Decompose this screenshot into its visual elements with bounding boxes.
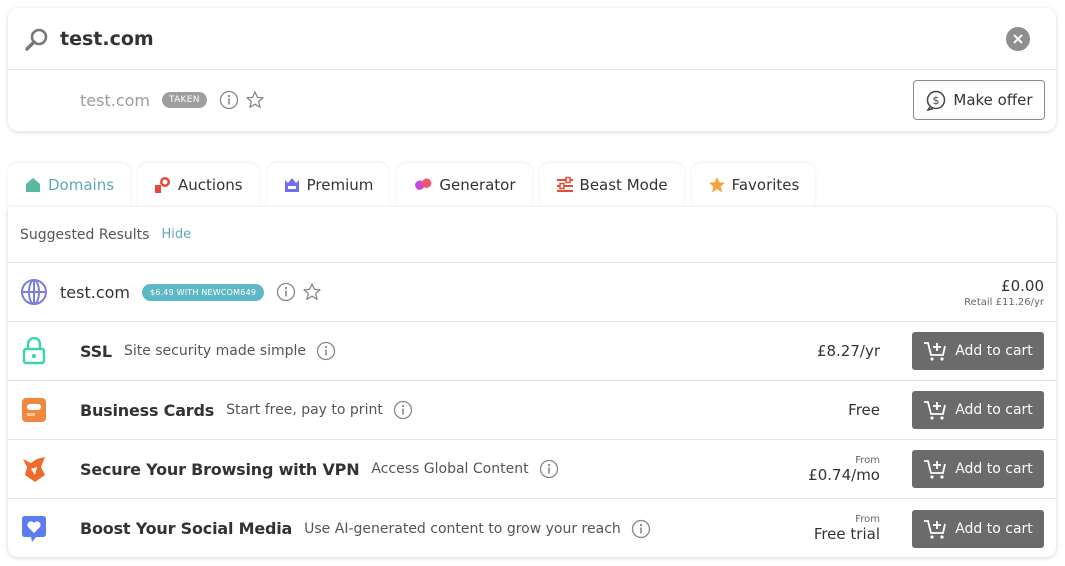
hide-link[interactable]: Hide [161, 227, 191, 242]
product-price: From Free trial [814, 514, 880, 543]
domain-price: £0.00 Retail £11.26/yr [964, 277, 1044, 308]
tab-label: Generator [439, 176, 516, 194]
suggested-results-header: Suggested Results Hide [8, 207, 1056, 263]
price-value: Free [848, 401, 880, 419]
info-icon[interactable] [393, 400, 413, 420]
product-row-ssl: SSL Site security made simple £8.27/yr A… [8, 322, 1056, 381]
tab-auctions[interactable]: Auctions [138, 163, 259, 207]
suggested-results-panel: Suggested Results Hide test.com $6.49 WI… [8, 207, 1056, 557]
suggested-domain-row[interactable]: test.com $6.49 WITH NEWCOM649 £0.00 Reta… [8, 263, 1056, 322]
add-to-cart-label: Add to cart [955, 402, 1033, 418]
tab-label: Beast Mode [579, 176, 668, 194]
dollar-bubble-icon: $ [926, 90, 946, 111]
cart-plus-icon [924, 519, 947, 539]
add-to-cart-label: Add to cart [955, 343, 1033, 359]
exact-match-row: test.com TAKEN $ Make offer [8, 70, 1056, 130]
search-card: test.com TAKEN $ Make offer [8, 8, 1056, 131]
price-from-label: From [855, 454, 880, 466]
info-icon[interactable] [316, 341, 336, 361]
product-price: Free [848, 401, 880, 419]
tab-label: Favorites [731, 176, 800, 194]
clear-search-button[interactable] [1006, 26, 1030, 51]
premium-icon [284, 178, 299, 192]
vpn-fox-icon [23, 457, 45, 482]
business-card-icon [22, 398, 46, 422]
add-to-cart-button[interactable]: Add to cart [912, 391, 1044, 429]
price-value: £0.74/mo [808, 465, 880, 484]
tab-generator[interactable]: Generator [397, 163, 532, 207]
add-to-cart-button[interactable]: Add to cart [912, 509, 1044, 548]
lock-icon [22, 337, 46, 365]
info-icon[interactable] [631, 519, 651, 539]
tab-favorites[interactable]: Favorites [691, 163, 816, 207]
price-value: £8.27/yr [816, 342, 880, 360]
cart-plus-icon [924, 342, 947, 361]
add-to-cart-label: Add to cart [955, 461, 1033, 477]
star-outline-icon[interactable] [302, 282, 322, 302]
domain-price-value: £0.00 [1001, 276, 1044, 295]
product-subtitle: Start free, pay to print [226, 402, 383, 418]
cart-plus-icon [924, 460, 947, 479]
suggested-domain-name: test.com [60, 282, 130, 302]
promo-badge: $6.49 WITH NEWCOM649 [141, 283, 265, 301]
home-icon [26, 178, 40, 192]
product-row-business-cards: Business Cards Start free, pay to print … [8, 381, 1056, 440]
clear-icon [1013, 33, 1023, 44]
taken-badge: TAKEN [161, 92, 207, 108]
search-tabs: Domains Auctions Premium Generator Beast… [8, 163, 823, 207]
search-icon [25, 28, 48, 51]
add-to-cart-label: Add to cart [955, 520, 1033, 537]
product-row-vpn: Secure Your Browsing with VPN Access Glo… [8, 440, 1056, 499]
product-subtitle: Use AI-generated content to grow your re… [304, 520, 621, 537]
product-title: Boost Your Social Media [80, 519, 293, 538]
make-offer-label: Make offer [953, 91, 1033, 109]
globe-icon [21, 279, 47, 305]
product-price: £8.27/yr [817, 342, 880, 360]
product-title: Secure Your Browsing with VPN [80, 459, 360, 479]
info-icon[interactable] [539, 459, 559, 479]
search-bar [8, 8, 1056, 70]
tab-label: Auctions [178, 176, 243, 194]
add-to-cart-button[interactable]: Add to cart [912, 450, 1044, 488]
star-icon [708, 177, 725, 193]
tab-premium[interactable]: Premium [266, 163, 390, 207]
generator-icon [415, 178, 432, 190]
price-from-label: From [855, 514, 880, 525]
sliders-icon [556, 176, 573, 192]
product-price: From £0.74/mo [808, 455, 880, 484]
product-title: SSL [80, 341, 112, 361]
heart-chat-icon [22, 515, 46, 542]
tab-label: Premium [306, 176, 374, 194]
product-title: Business Cards [80, 400, 215, 420]
tab-label: Domains [48, 176, 115, 194]
add-to-cart-button[interactable]: Add to cart [912, 332, 1044, 370]
make-offer-button[interactable]: $ Make offer [913, 80, 1045, 120]
tab-domains[interactable]: Domains [8, 163, 131, 207]
tab-beast-mode[interactable]: Beast Mode [539, 163, 684, 207]
auction-icon [155, 177, 171, 193]
product-subtitle: Access Global Content [371, 461, 529, 477]
exact-match-domain: test.com [80, 90, 150, 110]
domain-retail-price: Retail £11.26/yr [964, 296, 1044, 308]
info-icon[interactable] [276, 282, 296, 302]
product-row-social-media: Boost Your Social Media Use AI-generated… [8, 499, 1056, 558]
price-value: Free trial [813, 525, 880, 543]
star-outline-icon[interactable] [245, 90, 265, 110]
suggested-results-title: Suggested Results [20, 226, 150, 243]
svg-text:$: $ [933, 94, 940, 107]
info-icon[interactable] [219, 90, 239, 110]
product-subtitle: Site security made simple [123, 343, 306, 359]
cart-plus-icon [924, 401, 947, 420]
search-input[interactable] [60, 27, 1006, 50]
